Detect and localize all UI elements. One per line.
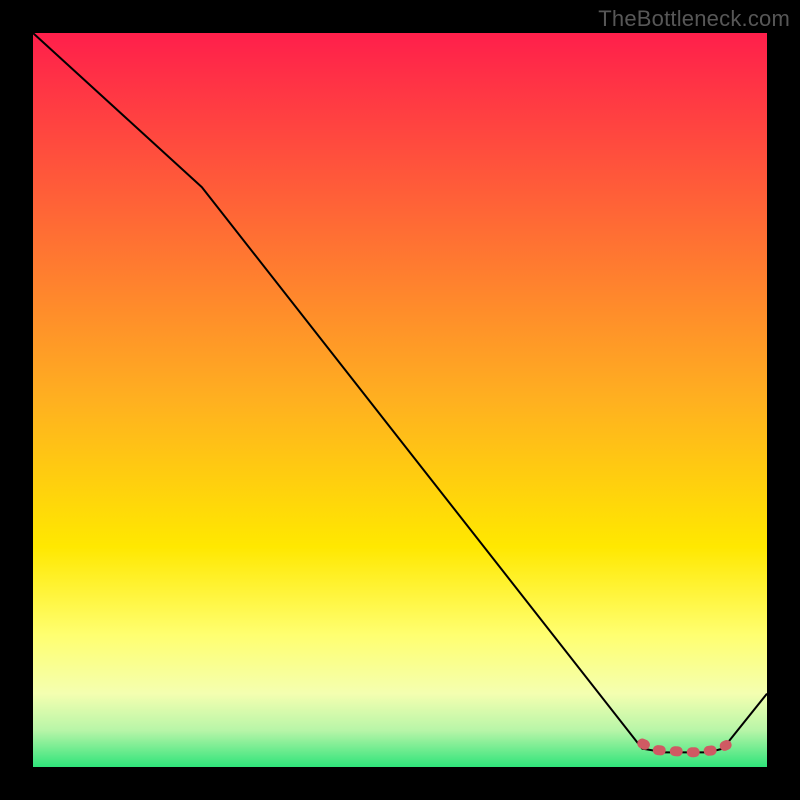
chart-svg	[33, 33, 767, 767]
chart-background	[33, 33, 767, 767]
attribution-watermark: TheBottleneck.com	[598, 6, 790, 32]
chart-plot-area	[33, 33, 767, 767]
chart-stage: TheBottleneck.com	[0, 0, 800, 800]
